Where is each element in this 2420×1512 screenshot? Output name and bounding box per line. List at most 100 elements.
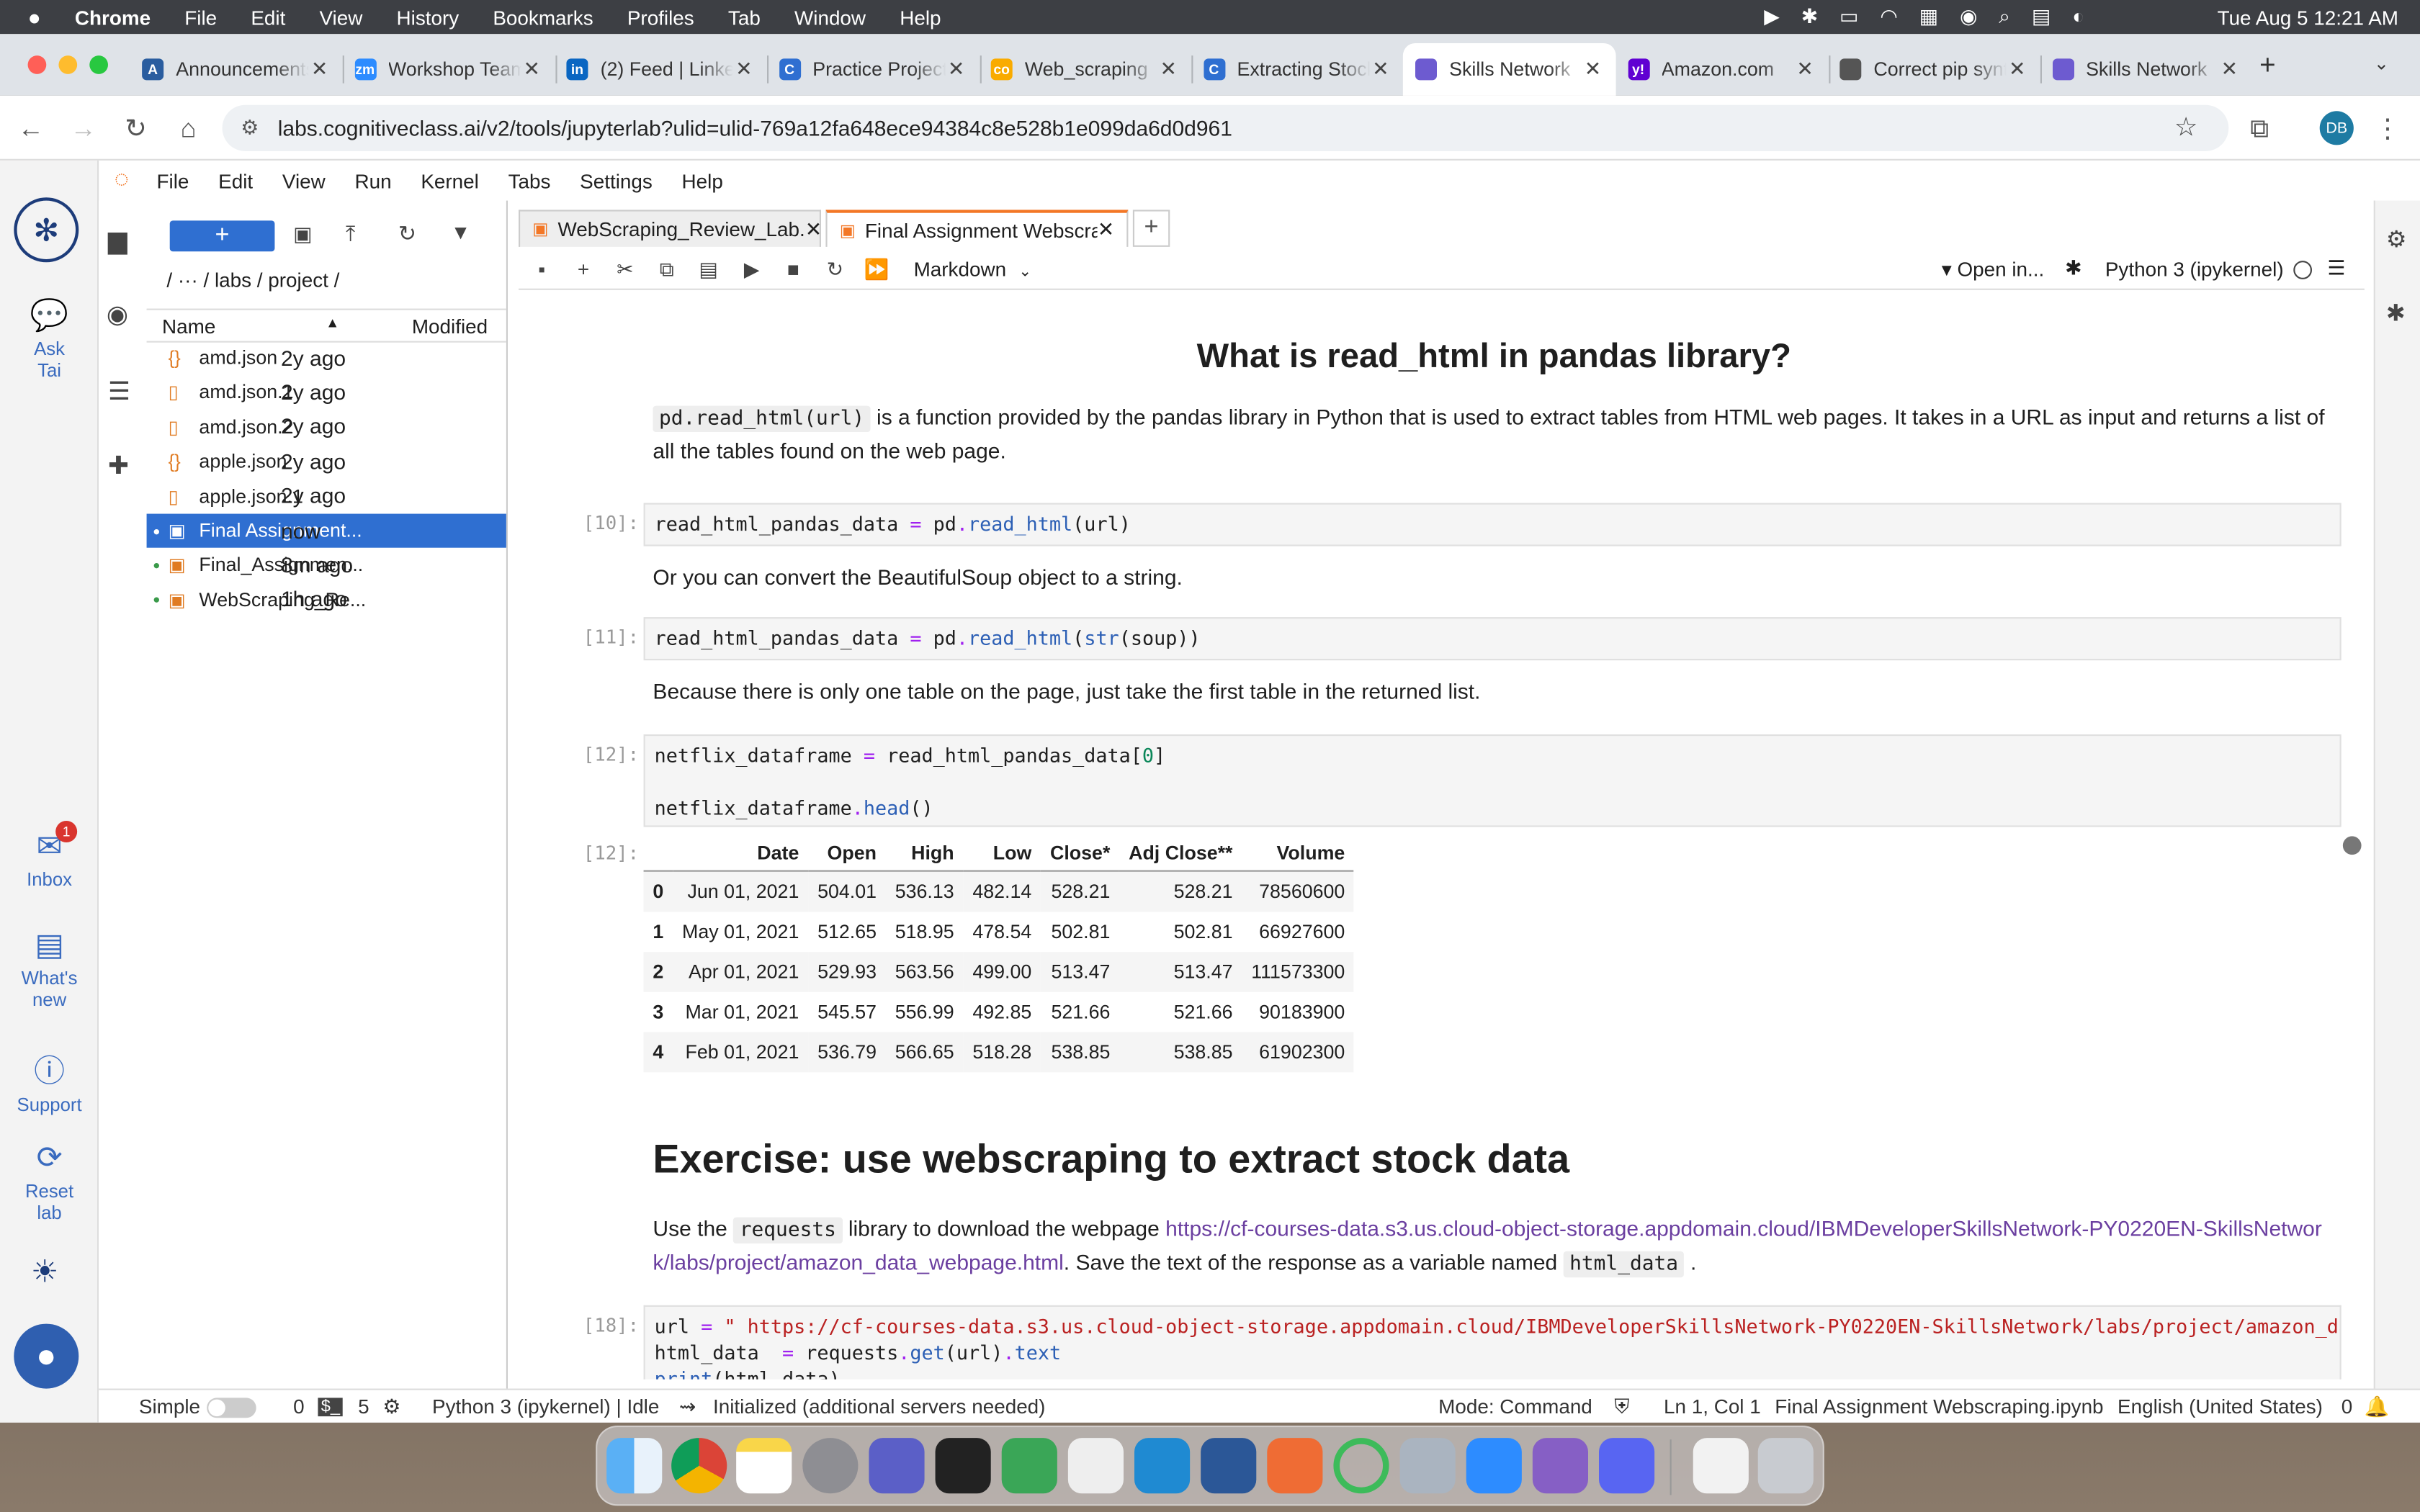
breadcrumb[interactable]: / ··· / labs / project /	[166, 269, 339, 292]
terminal-icon[interactable]	[935, 1438, 991, 1494]
file-row[interactable]: ▯ amd.json.1 2y ago	[147, 376, 506, 410]
reload-icon[interactable]: ↻	[120, 114, 151, 145]
run-all-icon[interactable]: ⏩	[863, 258, 891, 282]
menu-tab[interactable]: Tab	[728, 6, 761, 29]
menu-history[interactable]: History	[397, 6, 460, 29]
folder-icon[interactable]: ▆	[108, 225, 127, 256]
kernel-name[interactable]: Python 3 (ipykernel)	[2105, 258, 2284, 281]
chrome-icon[interactable]	[671, 1438, 727, 1494]
chrome-tab[interactable]: zm Workshop Team ✕	[342, 43, 555, 96]
upload-icon[interactable]: ⤒	[346, 220, 355, 246]
new-tab-button[interactable]: +	[2259, 50, 2276, 82]
forward-icon[interactable]: →	[68, 114, 99, 145]
file-row[interactable]: ● ▣ Final Assignment... now	[146, 513, 506, 548]
refresh-icon[interactable]: ↻	[398, 220, 416, 246]
code-cell[interactable]: netflix_dataframe = read_html_pandas_dat…	[643, 734, 2341, 827]
code-cell[interactable]: url = " https://cf-courses-data.s3.us.cl…	[643, 1305, 2341, 1380]
mongodb-icon[interactable]	[1067, 1438, 1124, 1494]
skills-network-logo[interactable]: ✻	[14, 197, 79, 263]
chrome-tab[interactable]: co Web_scraping ✕	[979, 43, 1192, 96]
file-row[interactable]: {} amd.json 2y ago	[147, 341, 506, 375]
menu-window[interactable]: Window	[794, 6, 866, 29]
address-bar[interactable]: ⚙ labs.cognitiveclass.ai/v2/tools/jupyte…	[222, 104, 2229, 151]
property-inspector-icon[interactable]: ⚙	[2386, 225, 2407, 253]
open-in-button[interactable]: ▾ Open in...	[1942, 258, 2045, 282]
menu-edit[interactable]: Edit	[251, 6, 285, 29]
kernel-status[interactable]: Python 3 (ipykernel) | Idle	[432, 1395, 659, 1418]
extensions-icon[interactable]: ✚	[108, 451, 129, 482]
doc-tab-final-assignment[interactable]: ▣ Final Assignment Webscrap ✕	[825, 210, 1129, 247]
code-cell[interactable]: read_html_pandas_data = pd.read_html(str…	[643, 617, 2341, 661]
new-folder-icon[interactable]: ▣	[293, 222, 312, 247]
save-icon[interactable]: ▪	[528, 258, 556, 281]
simple-mode-toggle[interactable]	[207, 1398, 256, 1418]
menu-file[interactable]: File	[184, 6, 217, 29]
jupyter-menu-view[interactable]: View	[282, 169, 326, 192]
site-info-icon[interactable]: ⚙	[241, 116, 259, 140]
word-icon[interactable]	[1201, 1438, 1257, 1494]
insert-cell-icon[interactable]: +	[570, 258, 598, 281]
discord-icon[interactable]	[1599, 1438, 1655, 1494]
paste-icon[interactable]: ▤	[694, 258, 722, 282]
whats-new-button[interactable]: ▤ What's new	[0, 926, 99, 1011]
menu-bookmarks[interactable]: Bookmarks	[493, 6, 593, 29]
new-launcher-button[interactable]: +	[169, 220, 275, 252]
jupyter-menu-file[interactable]: File	[157, 169, 189, 192]
documents-icon[interactable]	[1693, 1438, 1749, 1494]
close-window-button[interactable]	[27, 55, 47, 74]
user-avatar[interactable]: ●	[14, 1323, 79, 1389]
jupyter-menu-run[interactable]: Run	[354, 169, 391, 192]
chrome-tab[interactable]: C Practice Projects ✕	[766, 43, 980, 96]
theme-toggle-icon[interactable]: ☀	[31, 1253, 58, 1292]
jupyter-menu-help[interactable]: Help	[682, 169, 723, 192]
file-row[interactable]: ● ▣ WebScraping_Re... 1h ago	[147, 583, 506, 617]
close-icon[interactable]: ✕	[309, 57, 331, 81]
running-icon[interactable]: ◉	[107, 300, 128, 330]
new-doc-tab-button[interactable]: +	[1132, 210, 1170, 247]
name-column-header[interactable]: Name	[162, 315, 215, 338]
close-icon[interactable]: ✕	[521, 57, 542, 81]
cursor-position[interactable]: Ln 1, Col 1	[1664, 1395, 1761, 1418]
chrome-tab[interactable]: in (2) Feed | LinkedIn✕	[554, 43, 767, 96]
apple-icon[interactable]: ●	[28, 4, 41, 29]
stop-icon[interactable]: ■	[779, 258, 807, 281]
file-row[interactable]: ▯ apple.json.1 2y ago	[147, 480, 506, 513]
profile-avatar[interactable]: DB	[2319, 111, 2354, 145]
debugger-icon[interactable]: ✱	[2386, 300, 2406, 327]
file-row[interactable]: {} apple.json 2y ago	[147, 445, 506, 479]
back-icon[interactable]: ←	[15, 114, 46, 145]
close-icon[interactable]: ✕	[805, 217, 822, 241]
filter-icon[interactable]: ▼	[451, 220, 471, 243]
lsp-status[interactable]: Initialized (additional servers needed)	[713, 1395, 1045, 1418]
notes-icon[interactable]	[736, 1438, 792, 1494]
toc-icon[interactable]: ☰	[108, 377, 130, 408]
cut-icon[interactable]: ✂	[611, 258, 640, 282]
bookmark-star-icon[interactable]: ☆	[2174, 112, 2198, 143]
chrome-tab[interactable]: A Announcements ✕	[130, 43, 343, 96]
kernel-count[interactable]: 5	[358, 1395, 369, 1418]
support-button[interactable]: ⓘ Support	[0, 1046, 99, 1116]
address-url[interactable]: labs.cognitiveclass.ai/v2/tools/jupyterl…	[278, 116, 1232, 140]
jupyter-menu-tabs[interactable]: Tabs	[508, 169, 551, 192]
close-icon[interactable]: ✕	[1370, 57, 1392, 81]
copy-icon[interactable]: ⧉	[653, 258, 681, 282]
scrollbar-thumb[interactable]	[2342, 836, 2362, 855]
doc-tab-webscraping-review[interactable]: ▣ WebScraping_Review_Lab. ✕	[519, 210, 822, 247]
ask-tai-button[interactable]: 💬 Ask Tai	[0, 296, 99, 382]
close-icon[interactable]: ✕	[2007, 57, 2028, 81]
modified-column-header[interactable]: Modified	[412, 315, 488, 338]
settings-icon[interactable]	[802, 1438, 859, 1494]
tab-search-button[interactable]: ⌄	[2374, 53, 2390, 74]
close-icon[interactable]: ✕	[1582, 57, 1603, 81]
chrome-tab[interactable]: Skills Network ✕	[2040, 43, 2253, 96]
notification-count[interactable]: 0	[2341, 1395, 2353, 1418]
close-icon[interactable]: ✕	[946, 57, 967, 81]
chrome-tab[interactable]: Correct pip syntax✕	[1827, 43, 2040, 96]
home-icon[interactable]: ⌂	[173, 114, 204, 145]
debugger-icon[interactable]: ✱	[2065, 256, 2081, 281]
zoom-window-button[interactable]	[89, 55, 108, 74]
close-icon[interactable]: ✕	[1794, 57, 1816, 81]
close-icon[interactable]: ✕	[1098, 217, 1114, 242]
cell-type-select[interactable]: Markdown ⌄	[914, 258, 1032, 281]
menu-help[interactable]: Help	[900, 6, 941, 29]
